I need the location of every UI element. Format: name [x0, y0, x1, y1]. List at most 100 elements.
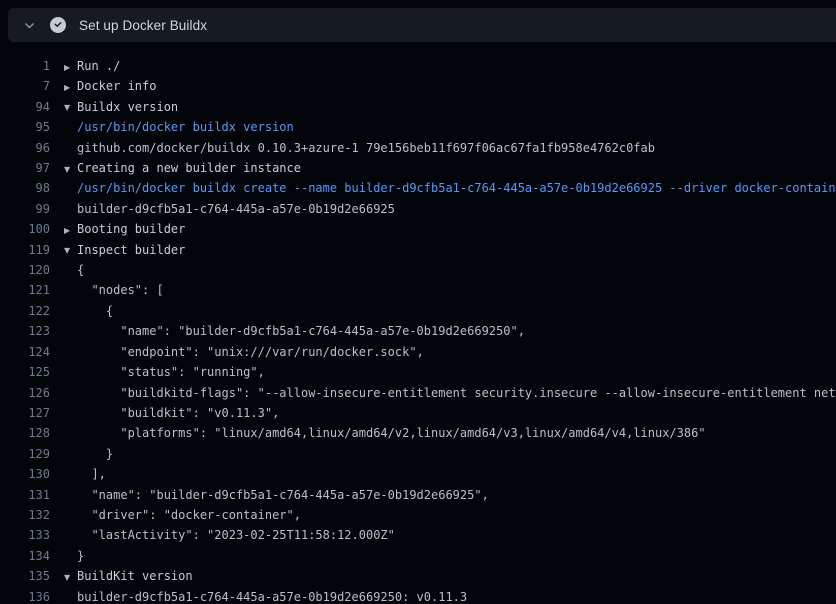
log-row: 132 "driver": "docker-container",: [0, 505, 836, 525]
line-number[interactable]: 119: [0, 240, 50, 260]
group-expanded-icon[interactable]: ▼: [64, 568, 77, 588]
log-output-line: ],: [77, 464, 106, 484]
log-output-line: }: [77, 444, 113, 464]
line-number[interactable]: 7: [0, 76, 50, 96]
line-number[interactable]: 129: [0, 444, 50, 464]
group-title: Docker info: [77, 79, 156, 93]
log-row: 127 "buildkit": "v0.11.3",: [0, 403, 836, 423]
log-row: 94 ▼Buildx version: [0, 97, 836, 117]
line-number[interactable]: 125: [0, 362, 50, 382]
log-row: 7 ▶Docker info: [0, 76, 836, 96]
line-number[interactable]: 136: [0, 587, 50, 604]
log-row: 98/usr/bin/docker buildx create --name b…: [0, 178, 836, 198]
log-output-line: "endpoint": "unix:///var/run/docker.sock…: [77, 342, 424, 362]
log-viewer: 1▶Run ./7▶Docker info94▼Buildx version95…: [0, 42, 836, 604]
log-row: 95/usr/bin/docker buildx version: [0, 117, 836, 137]
log-row: 126 "buildkitd-flags": "--allow-insecure…: [0, 383, 836, 403]
group-title: Inspect builder: [77, 243, 185, 257]
group-collapsed-icon[interactable]: ▶: [64, 221, 77, 241]
line-number[interactable]: 96: [0, 138, 50, 158]
group-expanded-icon[interactable]: ▼: [64, 160, 77, 180]
group-expanded-icon[interactable]: ▼: [64, 241, 77, 261]
group-collapsed-icon[interactable]: ▶: [64, 58, 77, 78]
log-command-line: /usr/bin/docker buildx create --name bui…: [77, 178, 836, 198]
line-number[interactable]: 134: [0, 546, 50, 566]
log-output-line: "buildkit": "v0.11.3",: [77, 403, 279, 423]
group-title: Creating a new builder instance: [77, 161, 301, 175]
log-output-line: "name": "builder-d9cfb5a1-c764-445a-a57e…: [77, 485, 489, 505]
log-output-line: github.com/docker/buildx 0.10.3+azure-1 …: [77, 138, 655, 158]
line-number[interactable]: 123: [0, 321, 50, 341]
log-row: 99 builder-d9cfb5a1-c764-445a-a57e-0b19d2…: [0, 199, 836, 219]
line-number[interactable]: 133: [0, 525, 50, 545]
line-number[interactable]: 122: [0, 301, 50, 321]
log-output-line: "nodes": [: [77, 280, 164, 300]
line-number[interactable]: 95: [0, 117, 50, 137]
log-group-header[interactable]: ▼Inspect builder: [64, 240, 185, 262]
line-number[interactable]: 131: [0, 485, 50, 505]
line-number[interactable]: 126: [0, 383, 50, 403]
line-number[interactable]: 99: [0, 199, 50, 219]
line-number[interactable]: 127: [0, 403, 50, 423]
line-number[interactable]: 120: [0, 260, 50, 280]
log-output-line: }: [77, 546, 84, 566]
line-number[interactable]: 128: [0, 423, 50, 443]
log-row: 124 "endpoint": "unix:///var/run/docker.…: [0, 342, 836, 362]
line-number[interactable]: 97: [0, 158, 50, 178]
log-output-line: "driver": "docker-container",: [77, 505, 301, 525]
line-number[interactable]: 132: [0, 505, 50, 525]
line-number[interactable]: 121: [0, 280, 50, 300]
line-number[interactable]: 100: [0, 219, 50, 239]
log-row: 131 "name": "builder-d9cfb5a1-c764-445a-…: [0, 485, 836, 505]
log-row: 136 builder-d9cfb5a1-c764-445a-a57e-0b19d…: [0, 587, 836, 604]
log-group-header[interactable]: ▼BuildKit version: [64, 566, 193, 588]
log-output-line: "buildkitd-flags": "--allow-insecure-ent…: [77, 383, 836, 403]
log-row: 1 ▶Run ./: [0, 56, 836, 76]
line-number[interactable]: 98: [0, 178, 50, 198]
log-group-header[interactable]: ▼Creating a new builder instance: [64, 158, 301, 180]
group-title: Booting builder: [77, 222, 185, 236]
log-row: 100 ▶Booting builder: [0, 219, 836, 239]
log-row: 96 github.com/docker/buildx 0.10.3+azure-…: [0, 138, 836, 158]
chevron-down-icon[interactable]: [22, 18, 36, 32]
log-row: 121 "nodes": [: [0, 280, 836, 300]
log-output-line: "name": "builder-d9cfb5a1-c764-445a-a57e…: [77, 321, 525, 341]
group-title: Buildx version: [77, 100, 178, 114]
log-output-line: builder-d9cfb5a1-c764-445a-a57e-0b19d2e6…: [77, 587, 467, 604]
line-number[interactable]: 94: [0, 97, 50, 117]
log-output-line: "status": "running",: [77, 362, 265, 382]
log-row: 125 "status": "running",: [0, 362, 836, 382]
line-number[interactable]: 130: [0, 464, 50, 484]
log-row: 133 "lastActivity": "2023-02-25T11:58:12…: [0, 525, 836, 545]
log-row: 134}: [0, 546, 836, 566]
log-row: 120 {: [0, 260, 836, 280]
step-header[interactable]: Set up Docker Buildx: [8, 8, 836, 42]
log-group-header[interactable]: ▶Run ./: [64, 56, 120, 78]
group-collapsed-icon[interactable]: ▶: [64, 78, 77, 98]
log-row: 130 ],: [0, 464, 836, 484]
step-title: Set up Docker Buildx: [79, 18, 207, 33]
log-group-header[interactable]: ▶Docker info: [64, 76, 156, 98]
log-output-line: "platforms": "linux/amd64,linux/amd64/v2…: [77, 423, 706, 443]
group-title: Run ./: [77, 59, 120, 73]
log-command-line: /usr/bin/docker buildx version: [77, 117, 294, 137]
log-output-line: "lastActivity": "2023-02-25T11:58:12.000…: [77, 525, 395, 545]
group-expanded-icon[interactable]: ▼: [64, 98, 77, 118]
log-row: 128 "platforms": "linux/amd64,linux/amd6…: [0, 423, 836, 443]
check-circle-icon: [50, 17, 66, 33]
log-row: 97 ▼Creating a new builder instance: [0, 158, 836, 178]
line-number[interactable]: 1: [0, 56, 50, 76]
log-output-line: {: [77, 260, 84, 280]
line-number[interactable]: 135: [0, 566, 50, 586]
log-output-line: builder-d9cfb5a1-c764-445a-a57e-0b19d2e6…: [77, 199, 395, 219]
log-row: 135 ▼BuildKit version: [0, 566, 836, 586]
log-output-line: {: [77, 301, 113, 321]
group-title: BuildKit version: [77, 569, 193, 583]
log-row: 129 }: [0, 444, 836, 464]
log-group-header[interactable]: ▼Buildx version: [64, 97, 178, 119]
log-row: 119 ▼Inspect builder: [0, 240, 836, 260]
line-number[interactable]: 124: [0, 342, 50, 362]
log-group-header[interactable]: ▶Booting builder: [64, 219, 185, 241]
log-row: 123 "name": "builder-d9cfb5a1-c764-445a-…: [0, 321, 836, 341]
log-row: 122 {: [0, 301, 836, 321]
